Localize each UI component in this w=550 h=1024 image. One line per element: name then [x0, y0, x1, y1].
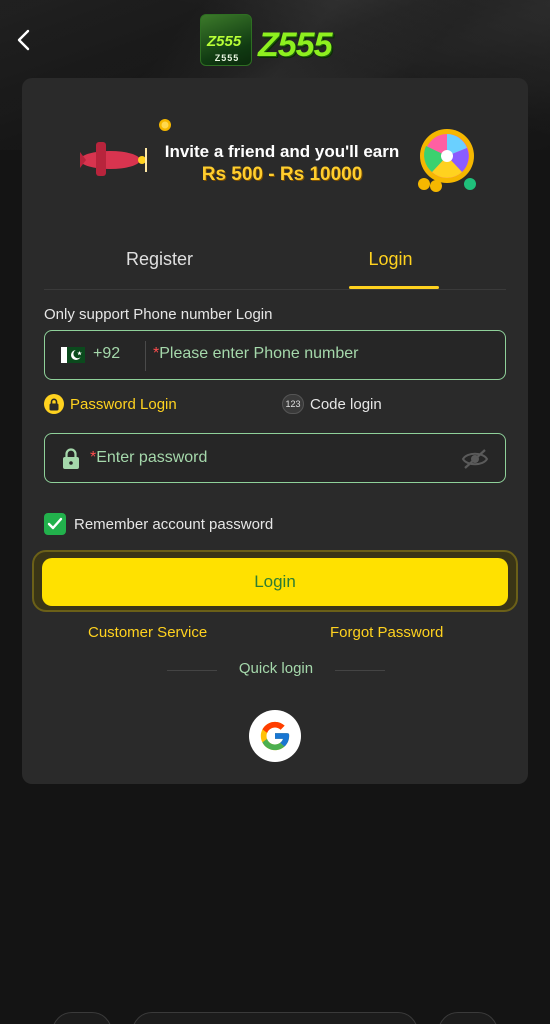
pakistan-flag-icon [61, 347, 85, 363]
bottom-nav-center[interactable] [132, 1012, 418, 1024]
airplane-icon [80, 142, 147, 176]
banner-headline: Invite a friend and you'll earn [164, 142, 400, 161]
numeric-code-icon: 123 [282, 394, 304, 414]
invite-banner[interactable]: Invite a friend and you'll earn Rs 500 -… [72, 118, 482, 198]
google-icon [260, 721, 290, 751]
lock-badge-icon [44, 394, 64, 414]
login-mode-switch: Password Login 123 Code login [44, 394, 506, 420]
country-code[interactable]: +92 [93, 345, 120, 363]
password-login-option[interactable]: Password Login [44, 394, 177, 414]
checkbox[interactable] [44, 513, 66, 535]
bottom-nav-left[interactable] [52, 1012, 112, 1024]
eye-off-icon[interactable] [461, 448, 489, 470]
password-placeholder: Enter password [96, 449, 208, 466]
chevron-left-icon [17, 29, 30, 51]
logo-badge-mark: Z555 [207, 33, 242, 50]
app-logo: Z555 Z555 Z555 [198, 12, 358, 72]
lock-icon [63, 448, 79, 469]
logo-badge-text: Z555 [214, 53, 240, 63]
quick-login-label: Quick login [238, 660, 314, 677]
check-icon [47, 517, 63, 530]
phone-field[interactable]: +92 *Please enter Phone number [44, 330, 506, 380]
password-login-label: Password Login [70, 395, 177, 413]
remember-label: Remember account password [74, 515, 274, 533]
tab-login[interactable]: Login [275, 240, 506, 290]
password-field[interactable]: *Enter password [44, 433, 506, 483]
banner-reward: Rs 500 - Rs 10000 [201, 164, 363, 185]
login-button[interactable]: Login [42, 558, 508, 606]
tabs-divider [44, 289, 506, 290]
login-card: Invite a friend and you'll earn Rs 500 -… [22, 78, 528, 784]
auth-tabs: Register Login [44, 240, 506, 290]
forgot-password-link[interactable]: Forgot Password [330, 624, 443, 641]
back-button[interactable] [10, 26, 38, 54]
password-input[interactable]: *Enter password [90, 449, 207, 467]
phone-input[interactable]: *Please enter Phone number [153, 345, 358, 363]
login-helper-text: Only support Phone number Login [44, 306, 273, 323]
prize-wheel-icon [418, 129, 476, 192]
logo-badge: Z555 Z555 [200, 14, 252, 66]
logo-wordmark: Z555 [258, 26, 332, 64]
quick-login-divider: Quick login [167, 660, 385, 682]
divider-line-right [335, 670, 385, 671]
code-login-option[interactable]: 123 Code login [282, 394, 382, 414]
field-divider [145, 341, 146, 371]
phone-placeholder: Please enter Phone number [159, 345, 359, 362]
active-tab-indicator [349, 286, 439, 289]
google-login-button[interactable] [249, 710, 301, 762]
bottom-nav-right[interactable] [438, 1012, 498, 1024]
customer-service-link[interactable]: Customer Service [88, 624, 207, 641]
coin-icon [159, 119, 171, 131]
remember-password-checkbox[interactable]: Remember account password [44, 513, 273, 535]
code-login-label: Code login [310, 395, 382, 413]
bottom-navigation-peek [0, 1004, 550, 1024]
tab-register[interactable]: Register [44, 240, 275, 290]
